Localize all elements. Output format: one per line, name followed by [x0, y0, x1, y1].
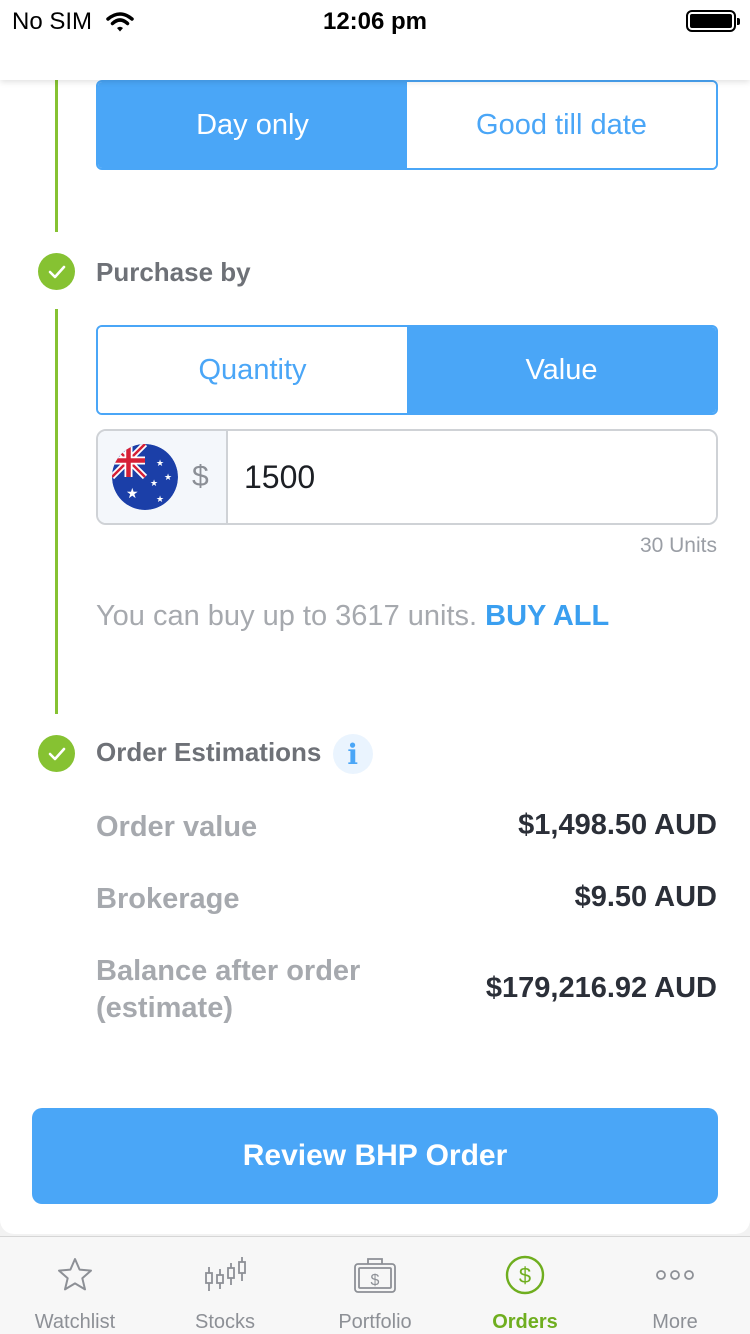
day-only-option[interactable]: Day only — [98, 82, 407, 168]
order-estimations-title: Order Estimations i — [96, 734, 373, 774]
battery-icon — [686, 10, 740, 32]
tab-orders[interactable]: $ Orders — [450, 1237, 600, 1334]
timeline-line — [55, 80, 58, 232]
amount-input[interactable] — [228, 431, 716, 523]
more-dots-icon — [653, 1253, 697, 1297]
value-option[interactable]: Value — [407, 327, 716, 413]
buy-limit-text: You can buy up to 3617 units. — [96, 600, 478, 632]
tab-stocks[interactable]: Stocks — [150, 1237, 300, 1334]
svg-text:$: $ — [371, 1272, 380, 1289]
svg-text:★: ★ — [150, 479, 158, 489]
status-bar: No SIM 12:06 pm — [0, 0, 750, 80]
info-icon[interactable]: i — [332, 734, 373, 774]
check-icon — [38, 253, 75, 290]
amount-field: ★ ★ ★ ★ ★ $ — [96, 429, 718, 525]
units-hint: 30 Units — [639, 534, 717, 557]
balance-after-amount: $179,216.92 AUD — [485, 972, 717, 1004]
check-icon — [38, 735, 75, 772]
tab-label: Portfolio — [338, 1311, 412, 1333]
svg-text:$: $ — [519, 1263, 531, 1288]
status-time: 12:06 pm — [322, 8, 428, 35]
order-form: Day only Good till date Purchase by Quan… — [0, 80, 750, 1234]
svg-text:★: ★ — [164, 473, 172, 483]
brokerage-amount: $9.50 AUD — [574, 881, 717, 913]
order-estimations-label: Order Estimations — [96, 736, 322, 767]
balance-after-label: Balance after order (estimate) — [96, 953, 360, 1027]
buy-all-link[interactable]: BUY ALL — [485, 600, 609, 632]
review-order-button[interactable]: Review BHP Order — [32, 1108, 718, 1204]
dollar-circle-icon: $ — [503, 1253, 547, 1297]
tab-label: Watchlist — [34, 1311, 116, 1333]
currency-symbol: $ — [192, 460, 209, 493]
tab-more[interactable]: More — [600, 1237, 750, 1334]
svg-text:★: ★ — [126, 486, 139, 502]
svg-text:★: ★ — [156, 495, 164, 505]
currency-selector[interactable]: ★ ★ ★ ★ ★ $ — [98, 431, 228, 523]
purchase-by-title: Purchase by — [96, 257, 251, 287]
order-value-label: Order value — [96, 811, 258, 843]
balance-after-label-line2: (estimate) — [96, 992, 233, 1024]
good-till-date-option[interactable]: Good till date — [407, 82, 716, 168]
australia-flag-icon: ★ ★ ★ ★ ★ — [112, 444, 178, 510]
star-icon — [53, 1253, 97, 1297]
tab-label: Orders — [492, 1311, 558, 1333]
quantity-option[interactable]: Quantity — [98, 327, 407, 413]
tab-portfolio[interactable]: $ Portfolio — [300, 1237, 450, 1334]
tab-label: Stocks — [194, 1311, 256, 1333]
tab-label: More — [652, 1311, 698, 1333]
tab-bar: Watchlist Stocks $ Portfolio $ Orders Mo… — [0, 1236, 750, 1334]
buy-limit-row: You can buy up to 3617 units. BUY ALL — [96, 600, 609, 633]
balance-after-label-line1: Balance after order — [96, 955, 361, 987]
purchase-by-toggle: Quantity Value — [96, 325, 718, 415]
order-value-amount: $1,498.50 AUD — [518, 809, 717, 841]
svg-text:★: ★ — [156, 459, 164, 469]
candlestick-icon — [203, 1253, 247, 1297]
briefcase-icon: $ — [353, 1253, 397, 1297]
brokerage-label: Brokerage — [96, 883, 240, 915]
duration-toggle: Day only Good till date — [96, 80, 718, 170]
tab-watchlist[interactable]: Watchlist — [0, 1237, 150, 1334]
timeline-line — [55, 309, 58, 714]
